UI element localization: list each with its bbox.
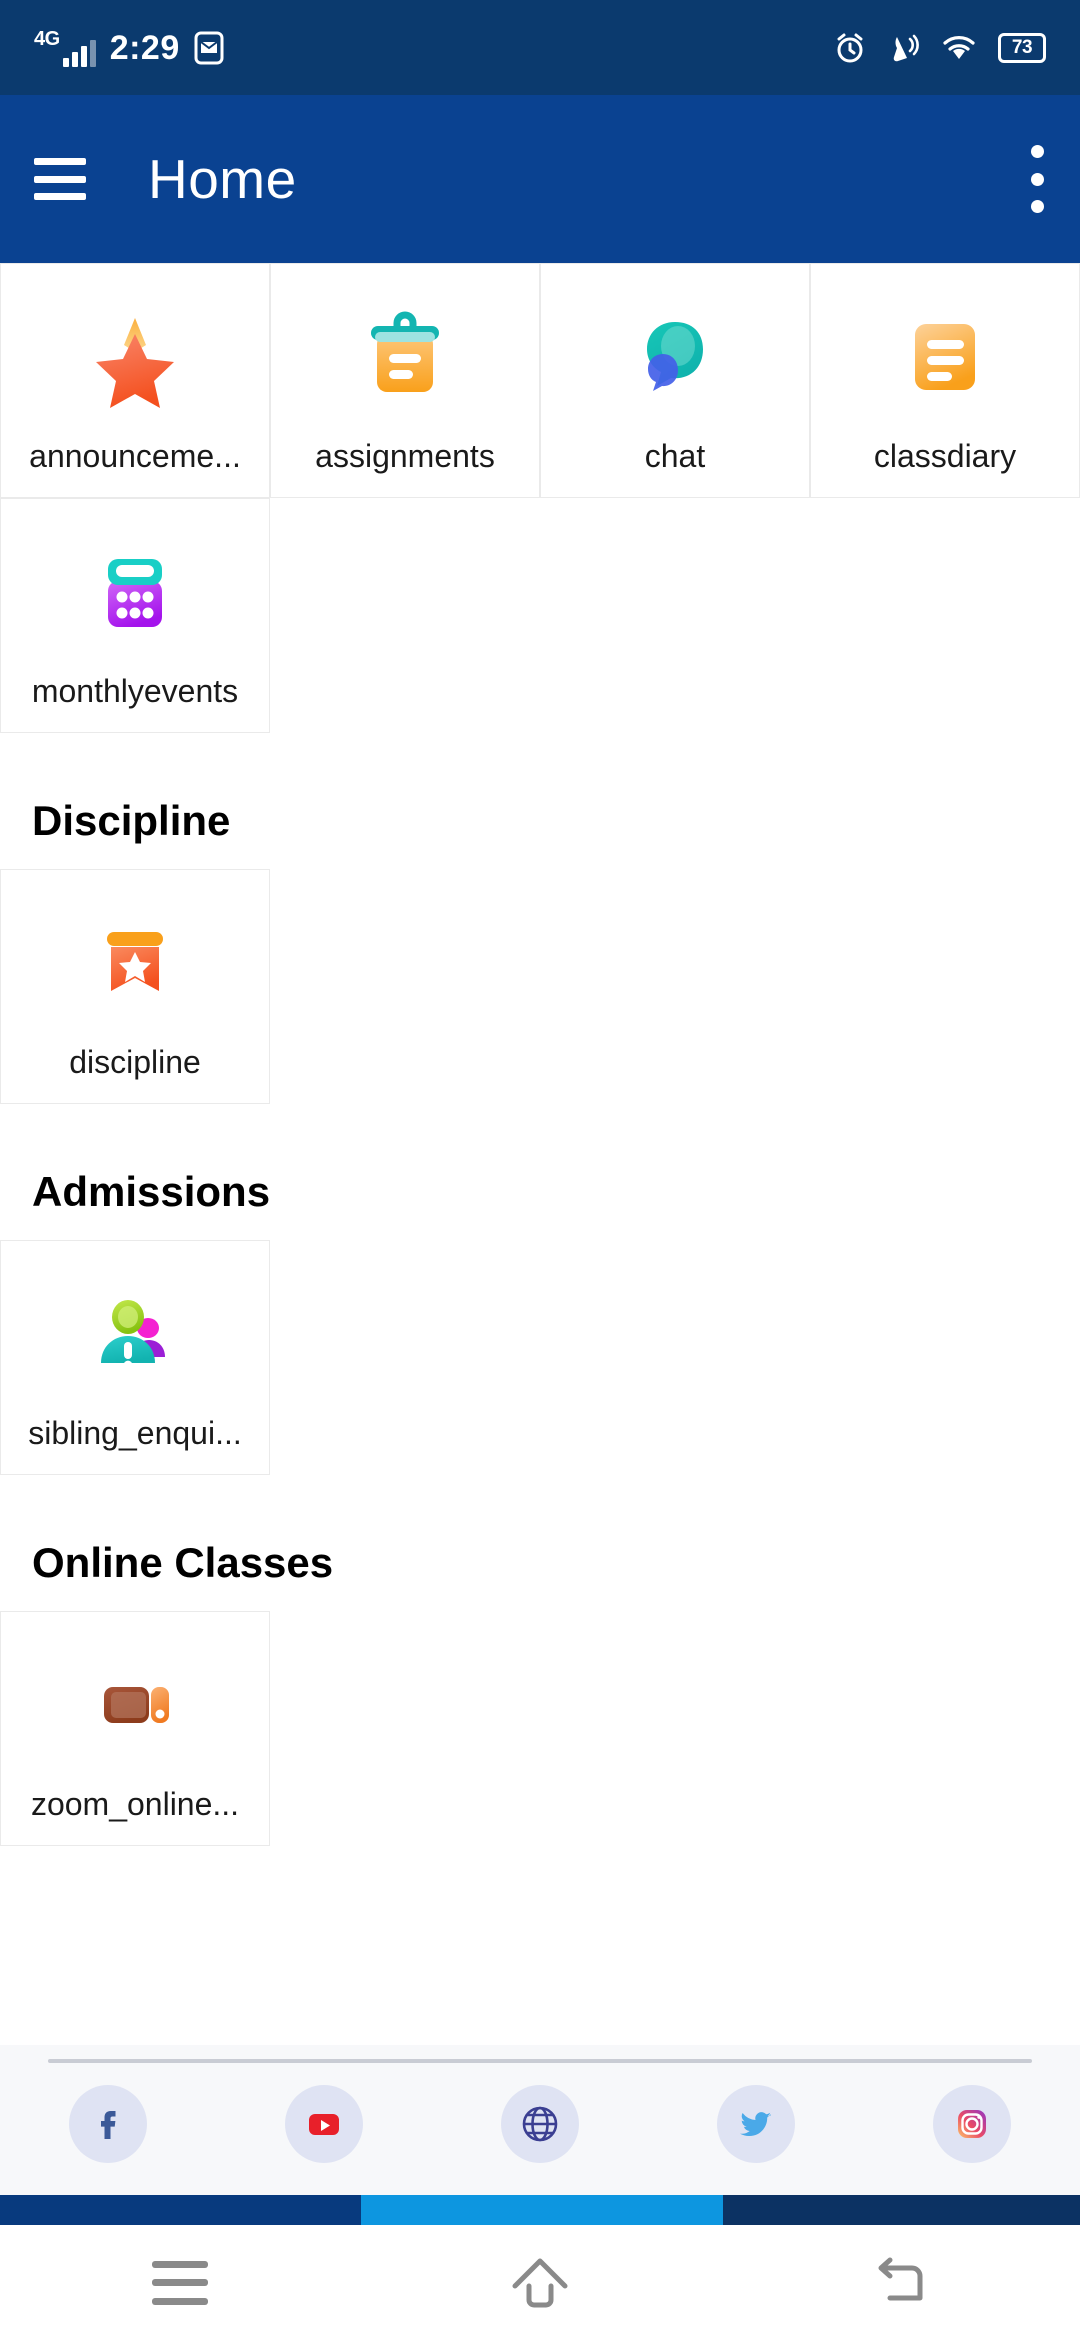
people-alert-icon <box>79 1277 191 1389</box>
tile-zoom-online[interactable]: zoom_online... <box>0 1611 270 1846</box>
instagram-icon[interactable] <box>933 2085 1011 2163</box>
zoom-video-icon <box>79 1648 191 1760</box>
main-content: announceme... assignments chat classdiar… <box>0 263 1080 2053</box>
hamburger-menu-icon[interactable] <box>34 158 86 200</box>
tile-assignments[interactable]: assignments <box>270 263 540 498</box>
android-nav-bar <box>0 2225 1080 2340</box>
wifi-icon <box>942 34 976 62</box>
youtube-icon[interactable] <box>285 2085 363 2163</box>
tile-grid-general: announceme... assignments chat classdiar… <box>0 263 1080 733</box>
strip-segment-right <box>723 2195 1080 2225</box>
chat-bubble-icon <box>619 300 731 412</box>
battery-level-label: 73 <box>1011 36 1033 58</box>
tile-label: assignments <box>315 438 495 474</box>
tile-monthlyevents[interactable]: monthlyevents <box>0 498 270 733</box>
recents-icon[interactable] <box>125 2243 235 2323</box>
section-heading-admissions: Admissions <box>32 1168 271 1215</box>
tile-discipline[interactable]: discipline <box>0 869 270 1104</box>
status-bar: 4G 2:29 73 <box>0 0 1080 95</box>
clipboard-icon <box>349 300 461 412</box>
status-bar-right: 73 <box>834 32 1046 64</box>
status-bar-clock: 2:29 <box>109 28 180 67</box>
back-icon[interactable] <box>845 2243 955 2323</box>
tile-announcements[interactable]: announceme... <box>0 263 270 498</box>
tile-sibling-enquiry[interactable]: sibling_enqui... <box>0 1240 270 1475</box>
network-type-label: 4G <box>34 27 60 50</box>
website-globe-icon[interactable] <box>501 2085 579 2163</box>
app-screen: 4G 2:29 73 Home announceme... assignment… <box>0 0 1080 2340</box>
alarm-icon <box>834 32 866 64</box>
mail-icon <box>194 31 224 65</box>
twitter-icon[interactable] <box>717 2085 795 2163</box>
home-icon[interactable] <box>485 2243 595 2323</box>
tile-chat[interactable]: chat <box>540 263 810 498</box>
brand-color-strip <box>0 2195 1080 2225</box>
document-icon <box>889 300 1001 412</box>
tile-label: zoom_online... <box>30 1786 240 1822</box>
footer-divider <box>48 2059 1032 2063</box>
tile-label: discipline <box>69 1044 201 1080</box>
tile-grid-admissions: sibling_enqui... <box>0 1240 1080 1475</box>
status-bar-left: 4G 2:29 <box>34 29 224 67</box>
calendar-icon <box>79 535 191 647</box>
network-signal-icon: 4G <box>34 29 96 67</box>
social-links-row <box>0 2085 1080 2163</box>
tile-label: chat <box>644 438 706 474</box>
page-title: Home <box>148 148 297 210</box>
tile-label: announceme... <box>29 438 241 474</box>
star-icon <box>79 300 191 412</box>
tile-label: monthlyevents <box>31 673 239 709</box>
signal-bars-icon <box>62 39 96 67</box>
strip-segment-middle <box>361 2195 723 2225</box>
tile-label: classdiary <box>873 438 1017 474</box>
tile-grid-online-classes: zoom_online... <box>0 1611 1080 1846</box>
ribbon-star-icon <box>79 906 191 1018</box>
vibrate-call-icon <box>888 32 920 64</box>
overflow-menu-icon[interactable] <box>1028 145 1046 213</box>
social-footer <box>0 2045 1080 2195</box>
tile-classdiary[interactable]: classdiary <box>810 263 1080 498</box>
section-heading-online-classes: Online Classes <box>32 1539 334 1586</box>
tile-label: sibling_enqui... <box>28 1415 242 1451</box>
strip-segment-left <box>0 2195 361 2225</box>
battery-icon: 73 <box>998 32 1046 63</box>
tile-grid-discipline: discipline <box>0 869 1080 1104</box>
facebook-icon[interactable] <box>69 2085 147 2163</box>
section-heading-discipline: Discipline <box>32 797 231 844</box>
app-bar: Home <box>0 95 1080 263</box>
